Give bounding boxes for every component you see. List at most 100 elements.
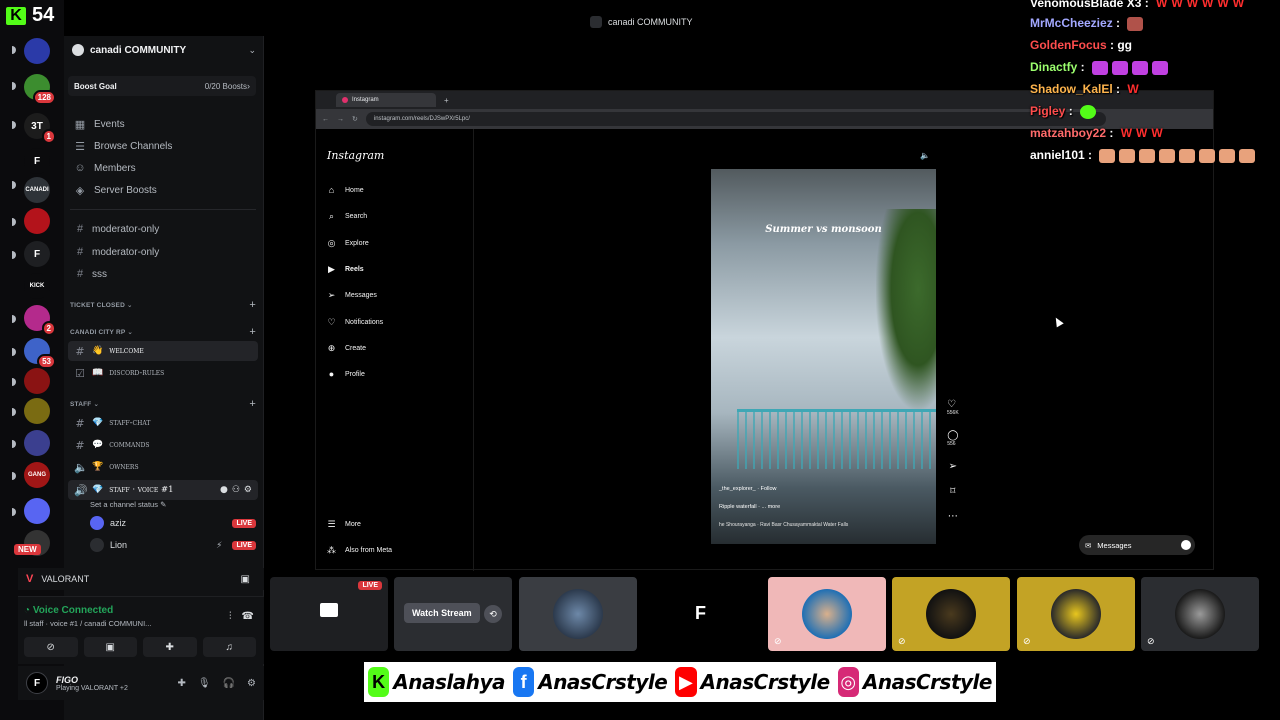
channel-moderator-only[interactable]: # moderator-only: [68, 219, 258, 239]
category-ticket-closed[interactable]: TICKET CLOSED ⌄ +: [70, 298, 256, 312]
participant-tile-6[interactable]: ⊘: [892, 577, 1010, 651]
ig-nav-more[interactable]: ☰ More: [326, 519, 361, 530]
ig-nav-search[interactable]: ⌕ Search: [326, 211, 367, 222]
ig-nav-reels[interactable]: ▶ Reels: [326, 264, 364, 275]
ig-nav-create[interactable]: ⊕ Create: [326, 343, 366, 354]
add-channel-icon[interactable]: +: [249, 398, 256, 410]
screen-share-button[interactable]: ▣: [83, 637, 137, 657]
participant-tile-watch[interactable]: Watch Stream ⟲: [394, 577, 512, 651]
popout-icon[interactable]: ⟲: [484, 605, 502, 623]
watch-stream-button[interactable]: Watch Stream: [404, 603, 480, 623]
participant-tile-3[interactable]: [519, 577, 637, 651]
nav-events[interactable]: ▦ Events: [68, 114, 258, 134]
camera-off-button[interactable]: ⊘: [24, 637, 78, 657]
reel-music[interactable]: he Shourayanga · Ravi Basr Chusayammakta…: [719, 522, 848, 528]
soundboard-button[interactable]: ♫: [202, 637, 256, 657]
ig-nav-also-from-meta[interactable]: ⁂ Also from Meta: [326, 545, 392, 556]
chevron-down-icon[interactable]: ⌄: [248, 45, 256, 56]
category-staff[interactable]: STAFF ⌄ +: [70, 397, 256, 411]
avatar-letter: F: [695, 603, 706, 623]
server-icon[interactable]: KICK: [24, 273, 50, 299]
settings-gear-icon[interactable]: ⚙: [247, 678, 256, 689]
server-icon[interactable]: [12, 208, 50, 234]
reload-icon[interactable]: ↻: [352, 115, 358, 123]
channel-staff-chat[interactable]: # 💎 staff-chat: [68, 413, 258, 433]
ig-nav-explore[interactable]: ◎ Explore: [326, 238, 369, 249]
invite-icon[interactable]: ⚇: [232, 485, 240, 495]
channel-owners[interactable]: 🔈 🏆 owners: [68, 457, 258, 477]
voice-user-lion[interactable]: Lion ⚡ LIVE: [90, 536, 256, 554]
nav-members[interactable]: ☺ Members: [68, 158, 258, 178]
forward-icon[interactable]: →: [337, 116, 344, 123]
server-icon[interactable]: 2: [12, 305, 56, 336]
server-icon[interactable]: GANG: [12, 462, 50, 488]
nav-server-boosts[interactable]: ◈ Server Boosts: [68, 180, 258, 200]
participant-tile-live-stream[interactable]: LIVE: [270, 577, 388, 651]
comment-button[interactable]: ◯ 556: [947, 430, 958, 447]
back-icon[interactable]: ←: [322, 116, 329, 123]
url-field[interactable]: instagram.com/reels/DJSwPXr5Lpc/: [365, 112, 1106, 126]
participant-tile-8[interactable]: ⊘: [1141, 577, 1259, 651]
user-activity: Playing VALORANT +2: [56, 684, 128, 692]
channel-discord-rules[interactable]: ☑ 📖 discord-rules: [68, 363, 258, 383]
browser-tab[interactable]: Instagram: [336, 93, 436, 107]
server-icon[interactable]: CANADI: [12, 177, 50, 203]
messages-pill[interactable]: ✉ Messages: [1079, 535, 1195, 555]
participant-tile-4[interactable]: F: [643, 577, 761, 651]
settings-gear-icon[interactable]: ⚙: [244, 485, 252, 495]
server-icon[interactable]: 53: [12, 338, 56, 369]
server-icon[interactable]: [12, 498, 50, 524]
like-button[interactable]: ♡ 556K: [947, 399, 959, 416]
server-icon[interactable]: [12, 368, 50, 394]
participant-tile-7[interactable]: ⊘: [1017, 577, 1135, 651]
ig-nav-messages[interactable]: ➢ Messages: [326, 290, 377, 301]
screen-share-icon[interactable]: ▣: [241, 574, 250, 585]
volume-icon[interactable]: 🔈: [920, 151, 930, 160]
channel-commands[interactable]: # 💬 commands: [68, 435, 258, 455]
reel-video[interactable]: Summer vs monsoon _the_explorer_ · Follo…: [711, 169, 936, 544]
ig-nav-profile[interactable]: ● Profile: [326, 369, 365, 379]
voice-user-aziz[interactable]: aziz LIVE: [90, 514, 256, 532]
share-icon[interactable]: ➢: [949, 461, 957, 472]
server-icon[interactable]: NEW: [14, 530, 50, 556]
noise-suppression-icon[interactable]: ⫶: [229, 611, 232, 622]
reel-author[interactable]: _the_explorer_ · Follow: [719, 486, 776, 492]
voice-channel-staff-voice-1[interactable]: 🔊 💎 staff · voice #1 ● ⚇ ⚙: [68, 480, 258, 500]
activity-button[interactable]: ✚: [143, 637, 197, 657]
add-channel-icon[interactable]: +: [249, 299, 256, 311]
new-tab-icon[interactable]: +: [444, 96, 449, 105]
user-avatar[interactable]: F: [26, 672, 48, 694]
server-icon[interactable]: [12, 38, 50, 64]
server-icon[interactable]: [12, 430, 50, 456]
category-canadi-city-rp[interactable]: CANADI CITY RP ⌄ +: [70, 325, 256, 339]
set-channel-status[interactable]: Set a channel status ✎: [90, 500, 166, 509]
more-options-icon[interactable]: ⋯: [948, 511, 958, 522]
save-icon[interactable]: ⌑: [950, 486, 955, 497]
server-icon[interactable]: F: [24, 148, 50, 174]
channel-moderator-only-2[interactable]: # moderator-only: [68, 242, 258, 262]
server-icon[interactable]: F: [12, 241, 50, 267]
reel-description[interactable]: Ripple waterfall · ... more: [719, 504, 780, 510]
user-info[interactable]: FIGO Playing VALORANT +2: [56, 675, 128, 692]
microphone-icon[interactable]: 🎙: [198, 678, 211, 689]
ig-nav-notifications[interactable]: ♡ Notifications: [326, 317, 383, 328]
participant-tile-5[interactable]: ⊘: [768, 577, 886, 651]
disconnect-icon[interactable]: ☎: [242, 611, 254, 622]
instagram-logo[interactable]: Instagram: [327, 149, 384, 162]
add-channel-icon[interactable]: +: [249, 326, 256, 338]
headphones-icon[interactable]: 🎧: [223, 678, 235, 689]
server-icon[interactable]: [12, 398, 50, 424]
guild-header[interactable]: canadi COMMUNITY ⌄: [64, 36, 264, 64]
channel-welcome[interactable]: # 👋 welcome: [68, 341, 258, 361]
voice-channel-info[interactable]: ll staff · voice #1 / canadi COMMUNI...: [24, 619, 204, 628]
chat-icon[interactable]: ●: [220, 485, 228, 495]
boost-goal[interactable]: Boost Goal 0/20 Boosts ›: [68, 76, 256, 96]
chat-separator: :: [1112, 82, 1124, 96]
ig-nav-home[interactable]: ⌂ Home: [326, 185, 364, 195]
nav-browse-channels[interactable]: ☰ Browse Channels: [68, 136, 258, 156]
server-icon[interactable]: 128: [12, 74, 56, 105]
avatar: [90, 516, 104, 530]
gamepad-icon[interactable]: ✚: [177, 678, 185, 689]
server-icon[interactable]: 3T 1: [12, 113, 56, 144]
channel-sss[interactable]: # sss: [68, 264, 258, 284]
